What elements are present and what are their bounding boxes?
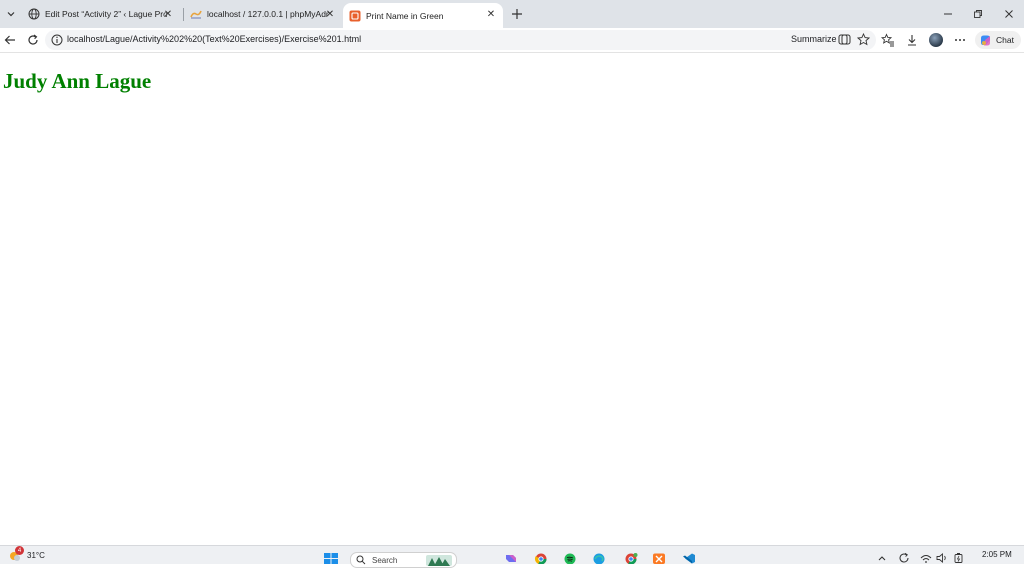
refresh-icon	[28, 34, 38, 45]
spotify-icon[interactable]	[563, 553, 577, 564]
taskbar-search[interactable]: Search	[350, 552, 457, 568]
profile-avatar[interactable]	[929, 33, 943, 47]
star-icon[interactable]	[857, 33, 870, 46]
wifi-icon[interactable]	[920, 552, 932, 564]
windows-start-icon[interactable]	[324, 553, 338, 564]
taskbar-clock[interactable]: 2:05 PM	[982, 550, 1012, 559]
tab-actions-menu-button[interactable]	[2, 4, 20, 24]
chevron-up-icon[interactable]	[876, 552, 888, 564]
browser-toolbar: localhost/Lague/Activity%202%20(Text%20E…	[0, 28, 1024, 52]
new-tab-button[interactable]	[509, 6, 525, 22]
address-bar[interactable]: localhost/Lague/Activity%202%20(Text%20E…	[45, 30, 876, 50]
favorites-button[interactable]	[881, 33, 895, 47]
copilot-chat-button[interactable]: Chat	[975, 31, 1021, 49]
download-icon	[908, 35, 916, 46]
xampp-icon[interactable]	[652, 553, 666, 564]
battery-icon[interactable]	[953, 552, 965, 564]
volume-icon[interactable]	[936, 552, 948, 564]
tab-strip: Edit Post “Activity 2” ‹ Lague Projects …	[0, 0, 1024, 28]
minimize-button[interactable]	[940, 6, 956, 22]
chevron-down-icon	[7, 12, 15, 17]
minimize-icon	[944, 13, 952, 15]
edge-icon[interactable]	[592, 553, 606, 564]
tab-title: Edit Post “Activity 2” ‹ Lague Projects	[45, 9, 167, 19]
settings-more-button[interactable]	[953, 33, 967, 47]
close-icon[interactable]: ✕	[162, 8, 174, 20]
chrome-icon[interactable]	[534, 553, 548, 564]
info-icon[interactable]	[51, 34, 63, 46]
sync-icon[interactable]	[898, 552, 910, 564]
more-dots-icon	[955, 39, 965, 41]
downloads-button[interactable]	[905, 33, 919, 47]
summarize-button[interactable]: Summarize	[791, 34, 837, 44]
close-icon[interactable]: ✕	[485, 8, 497, 20]
phpmyadmin-icon	[190, 8, 202, 20]
chat-label: Chat	[996, 35, 1014, 45]
tab-edit-post[interactable]: Edit Post “Activity 2” ‹ Lague Projects …	[22, 3, 180, 25]
search-highlight-icon	[426, 555, 452, 566]
restore-icon	[974, 10, 982, 18]
close-icon[interactable]: ✕	[324, 8, 336, 20]
summarize-icon[interactable]	[838, 33, 851, 46]
search-icon	[356, 555, 366, 565]
globe-icon	[28, 8, 40, 20]
weather-widget[interactable]: 4 31°C	[8, 546, 45, 562]
refresh-button[interactable]	[25, 32, 41, 48]
copilot-icon	[981, 35, 990, 45]
search-placeholder: Search	[372, 555, 398, 565]
tab-phpmyadmin[interactable]: localhost / 127.0.0.1 | phpMyAdmin ✕	[184, 3, 342, 25]
back-button[interactable]	[2, 32, 18, 48]
close-icon	[1005, 10, 1013, 18]
copilot-app-icon[interactable]	[504, 553, 518, 564]
tab-print-name-in-green[interactable]: Print Name in Green ✕	[343, 3, 503, 28]
arrow-left-icon	[4, 35, 15, 45]
page-heading: Judy Ann Lague	[3, 69, 152, 93]
weather-temperature: 31°C	[27, 551, 45, 560]
tab-title: localhost / 127.0.0.1 | phpMyAdmin	[207, 9, 329, 19]
restore-button[interactable]	[970, 6, 986, 22]
favorites-star-list-icon	[881, 33, 894, 47]
html-icon	[349, 10, 361, 22]
tab-title: Print Name in Green	[366, 10, 444, 21]
page-viewport: Judy Ann Lague	[0, 53, 1024, 545]
notification-badge: 4	[15, 546, 24, 555]
close-window-button[interactable]	[1001, 6, 1017, 22]
plus-icon	[512, 9, 522, 19]
chrome-profile-icon[interactable]	[624, 553, 638, 564]
url-text[interactable]: localhost/Lague/Activity%202%20(Text%20E…	[67, 34, 361, 44]
windows-taskbar: 4 31°C Search 2:05 PM	[0, 545, 1024, 568]
weather-icon: 4	[8, 546, 24, 562]
vscode-icon[interactable]	[682, 553, 696, 564]
